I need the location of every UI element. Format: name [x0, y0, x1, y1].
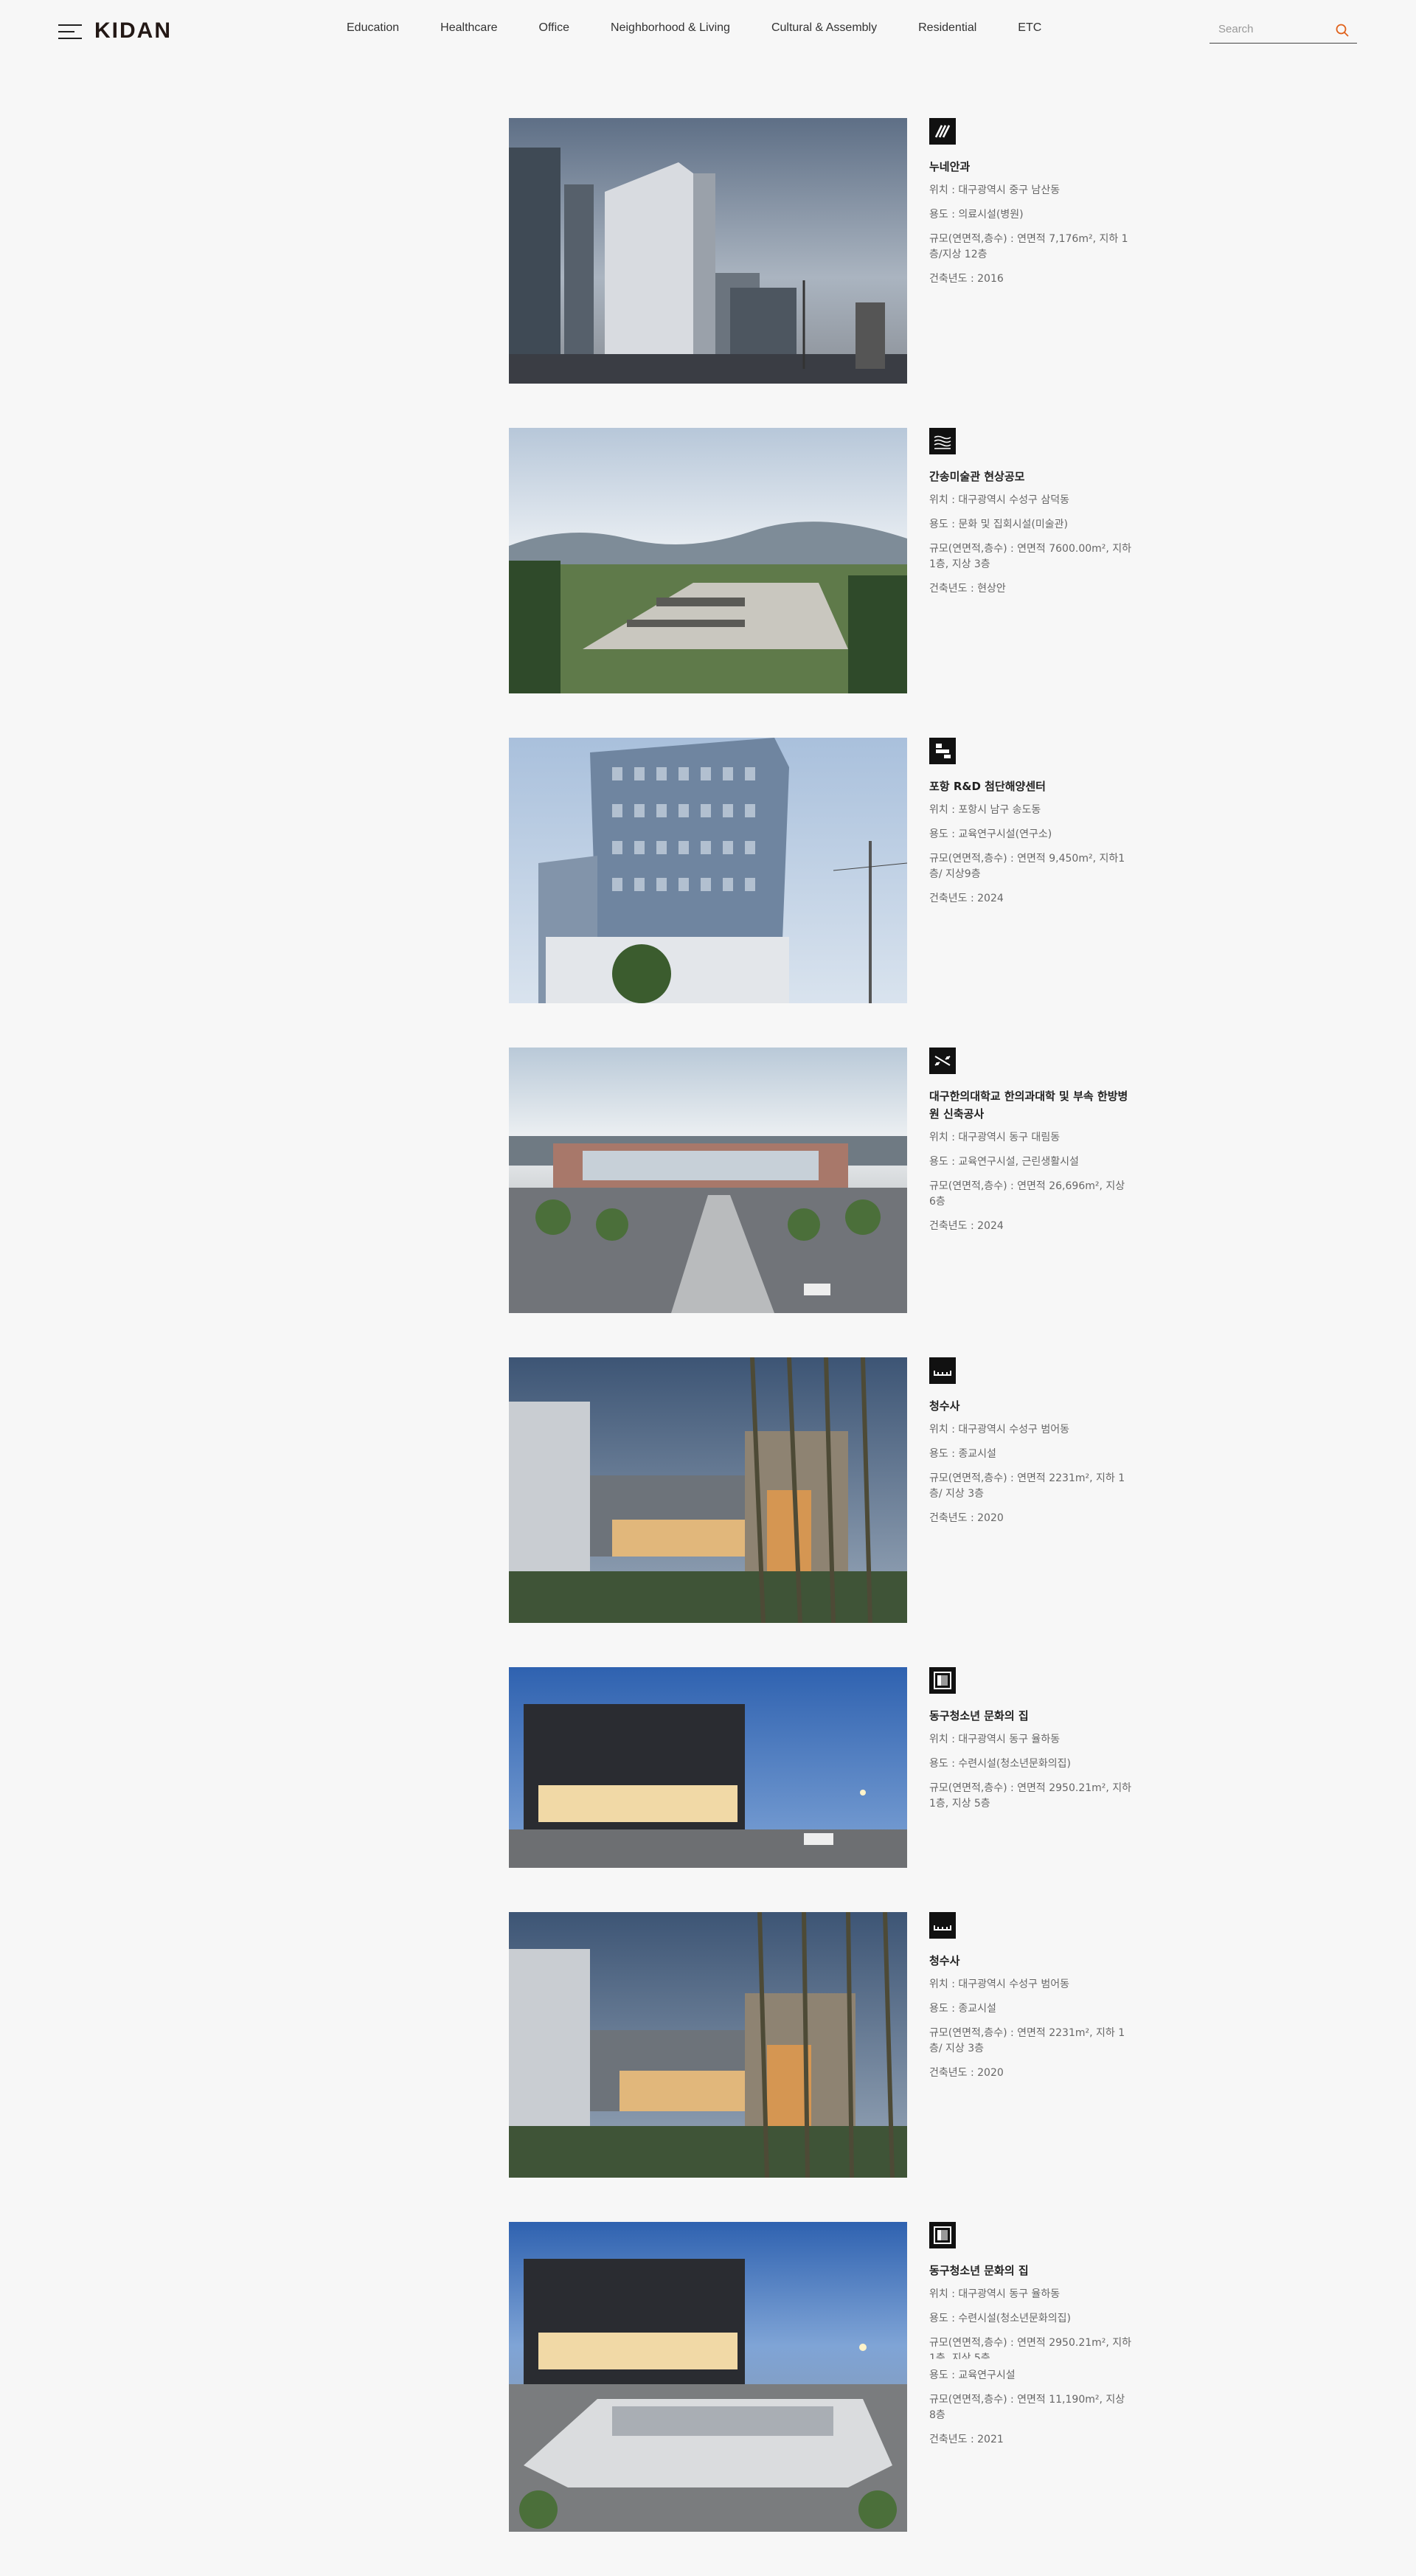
project-year: 건축년도 : 2020 — [929, 2067, 1004, 2079]
project-title[interactable]: 동구청소년 문화의 집 — [929, 1707, 1132, 1725]
project-photo[interactable] — [509, 118, 907, 384]
main-nav: Education Healthcare Office Neighborhood… — [347, 21, 1083, 35]
project-info: 대구한의대학교 한의과대학 및 부속 한방병원 신축공사 위치 : 대구광역시 … — [929, 1048, 1132, 1243]
project-photo[interactable] — [509, 1357, 907, 1623]
project-info: 간송미술관 현상공모 위치 : 대구광역시 수성구 삼덕동 용도 : 문화 및 … — [929, 428, 1132, 606]
project-location: 위치 : 대구광역시 동구 대림동 — [929, 1132, 1061, 1143]
project-use: 용도 : 교육연구시설(연구소) — [929, 828, 1052, 840]
project-title[interactable]: 청수사 — [929, 1397, 1132, 1415]
project-use: 용도 : 수련시설(청소년문화의집) — [929, 1758, 1071, 1770]
project-item[interactable]: 청수사 위치 : 대구광역시 수성구 범어동 용도 : 종교시설 규모(연면적,… — [509, 1912, 1173, 2178]
diagonal-lines-pictogram-icon — [929, 118, 956, 145]
project-title[interactable]: 대구한의대학교 한의과대학 및 부속 한방병원 신축공사 — [929, 1087, 1132, 1123]
project-list: 누네안과 위치 : 대구광역시 중구 남산동 용도 : 의료시설(병원) 규모(… — [509, 118, 1173, 2576]
project-location: 위치 : 대구광역시 수성구 범어동 — [929, 1424, 1069, 1436]
project-info: 청수사 위치 : 대구광역시 수성구 범어동 용도 : 종교시설 규모(연면적,… — [929, 1912, 1132, 2090]
project-scale: 규모(연면적,층수) : 연면적 26,696m², 지상 6층 — [929, 1180, 1125, 1208]
project-location: 위치 : 포항시 남구 송도동 — [929, 804, 1041, 816]
project-use: 용도 : 문화 및 집회시설(미술관) — [929, 519, 1069, 530]
project-item[interactable]: 포항 R&D 첨단해양센터 위치 : 포항시 남구 송도동 용도 : 교육연구시… — [509, 738, 1173, 1003]
project-title[interactable]: 간송미술관 현상공모 — [929, 468, 1132, 485]
project-use: 용도 : 종교시설 — [929, 2003, 996, 2015]
project-use: 용도 : 교육연구시설, 근린생활시설 — [929, 1156, 1079, 1168]
project-year: 건축년도 : 현상안 — [929, 583, 1006, 595]
project-location: 위치 : 대구광역시 수성구 범어동 — [929, 1978, 1069, 1990]
crossed-lines-pictogram-icon — [929, 1048, 956, 1074]
project-item[interactable]: 동구청소년 문화의 집 위치 : 대구광역시 동구 율하동 용도 : 수련시설(… — [509, 2222, 1173, 2532]
project-scale: 규모(연면적,층수) : 연면적 2950.21m², 지하 1층, 지상 5층 — [929, 1782, 1132, 1810]
project-title[interactable]: 포항 R&D 첨단해양센터 — [929, 778, 1132, 795]
stacked-bars-pictogram-icon — [929, 738, 956, 764]
nav-education[interactable]: Education — [347, 21, 399, 35]
project-location: 위치 : 대구광역시 수성구 삼덕동 — [929, 494, 1069, 506]
project-year: 건축년도 : 2024 — [929, 893, 1004, 904]
project-year: 건축년도 : 2020 — [929, 1512, 1004, 1524]
project-scale: 규모(연면적,층수) : 연면적 2231m², 지하 1층/ 지상 3층 — [929, 2027, 1125, 2054]
site-logo[interactable]: KIDAN — [94, 18, 172, 44]
project-use-secondary: 용도 : 교육연구시설 — [929, 2369, 1016, 2381]
project-location: 위치 : 대구광역시 동구 율하동 — [929, 1734, 1061, 1745]
site-header: KIDAN Education Healthcare Office Neighb… — [0, 0, 1416, 59]
project-photo[interactable] — [509, 738, 907, 1003]
nav-neighborhood-living[interactable]: Neighborhood & Living — [611, 21, 730, 35]
roofline-pictogram-icon — [929, 1912, 956, 1939]
search-box — [1210, 18, 1357, 44]
search-input[interactable] — [1217, 22, 1330, 36]
project-info-clip: 동구청소년 문화의 집 위치 : 대구광역시 동구 율하동 용도 : 수련시설(… — [929, 1667, 1143, 1813]
project-photo[interactable] — [509, 2222, 907, 2532]
project-location: 위치 : 대구광역시 중구 남산동 — [929, 184, 1061, 196]
project-info: 포항 R&D 첨단해양센터 위치 : 포항시 남구 송도동 용도 : 교육연구시… — [929, 738, 1132, 915]
project-title[interactable]: 동구청소년 문화의 집 — [929, 2262, 1132, 2279]
project-year: 건축년도 : 2016 — [929, 273, 1004, 285]
project-item[interactable]: 청수사 위치 : 대구광역시 수성구 범어동 용도 : 종교시설 규모(연면적,… — [509, 1357, 1173, 1623]
project-scale: 규모(연면적,층수) : 연면적 7,176m², 지하 1층/지상 12층 — [929, 233, 1128, 260]
nav-residential[interactable]: Residential — [918, 21, 976, 35]
project-info: 청수사 위치 : 대구광역시 수성구 범어동 용도 : 종교시설 규모(연면적,… — [929, 1357, 1132, 1535]
hamburger-menu-icon[interactable] — [58, 24, 82, 41]
project-title[interactable]: 청수사 — [929, 1952, 1132, 1970]
project-info: 동구청소년 문화의 집 위치 : 대구광역시 동구 율하동 용도 : 수련시설(… — [929, 1667, 1132, 1813]
project-item[interactable]: 대구한의대학교 한의과대학 및 부속 한방병원 신축공사 위치 : 대구광역시 … — [509, 1048, 1173, 1313]
wave-lines-pictogram-icon — [929, 428, 956, 454]
project-item[interactable]: 누네안과 위치 : 대구광역시 중구 남산동 용도 : 의료시설(병원) 규모(… — [509, 118, 1173, 384]
project-scale-secondary: 규모(연면적,층수) : 연면적 11,190m², 지상 8층 — [929, 2394, 1125, 2421]
nav-healthcare[interactable]: Healthcare — [440, 21, 497, 35]
nav-office[interactable]: Office — [539, 21, 570, 35]
project-item[interactable]: 간송미술관 현상공모 위치 : 대구광역시 수성구 삼덕동 용도 : 문화 및 … — [509, 428, 1173, 693]
search-icon[interactable] — [1335, 23, 1350, 38]
project-title[interactable]: 누네안과 — [929, 158, 1132, 176]
project-scale: 규모(연면적,층수) : 연면적 9,450m², 지하1층/ 지상9층 — [929, 853, 1125, 880]
project-info: 누네안과 위치 : 대구광역시 중구 남산동 용도 : 의료시설(병원) 규모(… — [929, 118, 1132, 296]
framed-square-pictogram-icon — [929, 2222, 956, 2248]
project-photo[interactable] — [509, 1048, 907, 1313]
nav-etc[interactable]: ETC — [1018, 21, 1041, 35]
project-use: 용도 : 수련시설(청소년문화의집) — [929, 2313, 1071, 2324]
project-info: 동구청소년 문화의 집 위치 : 대구광역시 동구 율하동 용도 : 수련시설(… — [929, 2222, 1132, 2456]
project-scale: 규모(연면적,층수) : 연면적 2231m², 지하 1층/ 지상 3층 — [929, 1472, 1125, 1500]
project-scale: 규모(연면적,층수) : 연면적 2950.21m², 지하 1층, 지상 5층 — [929, 2337, 1132, 2359]
roofline-pictogram-icon — [929, 1357, 956, 1384]
project-year: 건축년도 : 2021 — [929, 2434, 1004, 2445]
framed-square-pictogram-icon — [929, 1667, 956, 1694]
project-photo[interactable] — [509, 428, 907, 693]
project-use: 용도 : 의료시설(병원) — [929, 209, 1024, 221]
project-photo[interactable] — [509, 1912, 907, 2178]
project-scale: 규모(연면적,층수) : 연면적 7600.00m², 지하 1층, 지상 3층 — [929, 543, 1132, 570]
project-year: 건축년도 : 2024 — [929, 1220, 1004, 1232]
project-photo[interactable] — [509, 1667, 907, 1868]
project-use: 용도 : 종교시설 — [929, 1448, 996, 1460]
project-location: 위치 : 대구광역시 동구 율하동 — [929, 2288, 1061, 2300]
project-item[interactable]: 동구청소년 문화의 집 위치 : 대구광역시 동구 율하동 용도 : 수련시설(… — [509, 1667, 1173, 1868]
nav-cultural-assembly[interactable]: Cultural & Assembly — [771, 21, 877, 35]
